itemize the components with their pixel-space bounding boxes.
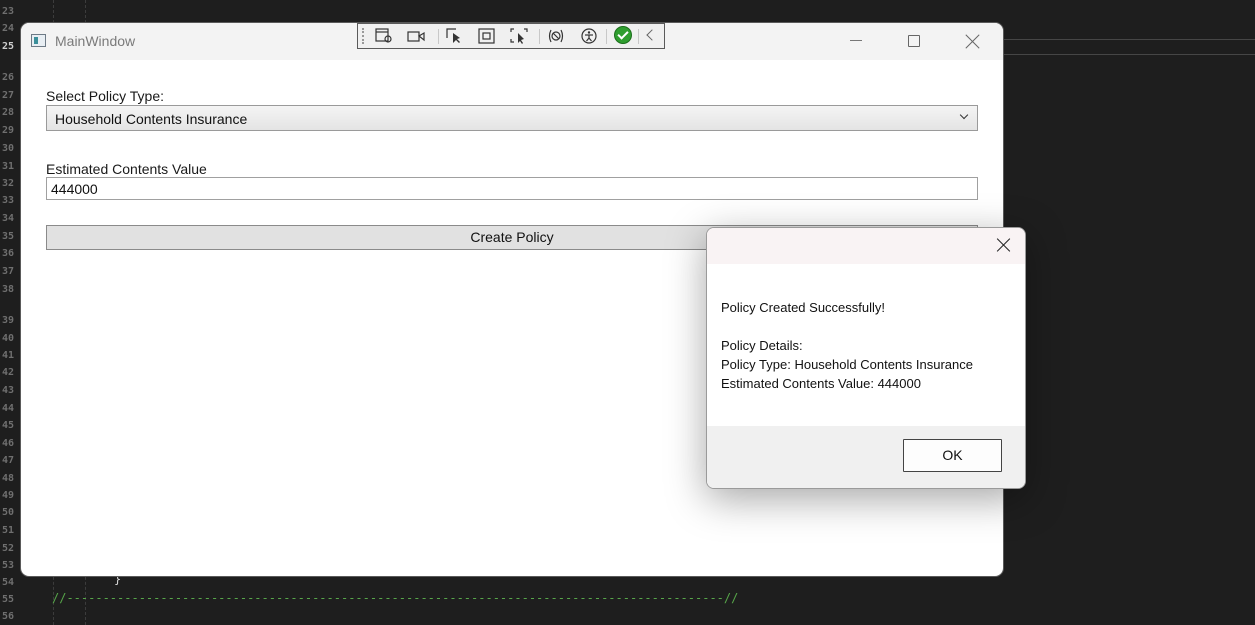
line-number: 23 <box>1 6 14 17</box>
app-window-icon <box>31 34 46 47</box>
line-number: 45 <box>1 420 14 431</box>
line-number: 49 <box>1 490 14 501</box>
window-title: MainWindow <box>55 33 136 49</box>
details-contents-value: Estimated Contents Value: 444000 <box>721 376 921 391</box>
toolbar-separator <box>606 29 607 44</box>
toolbar-separator <box>438 29 439 44</box>
line-number-active: 25 <box>1 41 14 52</box>
minimize-button[interactable] <box>826 23 884 60</box>
toolbar-separator <box>539 29 540 44</box>
line-number: 24 <box>1 23 14 34</box>
line-number: 50 <box>1 507 14 518</box>
minimize-icon <box>850 40 862 41</box>
line-number: 38 <box>1 284 14 295</box>
policy-type-dropdown[interactable]: Household Contents Insurance <box>46 105 978 131</box>
details-header: Policy Details: <box>721 338 803 353</box>
maximize-button[interactable] <box>884 23 942 60</box>
dialog-titlebar[interactable] <box>707 228 1025 264</box>
chevron-down-icon <box>959 110 969 120</box>
close-window-button[interactable] <box>942 23 1000 60</box>
line-number: 42 <box>1 367 14 378</box>
contents-value-label: Estimated Contents Value <box>46 161 207 177</box>
line-number: 52 <box>1 543 14 554</box>
record-icon[interactable] <box>407 28 425 44</box>
close-icon <box>966 34 980 48</box>
line-number: 37 <box>1 266 14 277</box>
dialog-footer: OK <box>707 426 1025 488</box>
line-number: 31 <box>1 161 14 172</box>
toolbar-separator <box>638 29 639 44</box>
line-number: 43 <box>1 385 14 396</box>
line-number: 34 <box>1 213 14 224</box>
line-number: 51 <box>1 525 14 536</box>
policy-type-label: Select Policy Type: <box>46 88 165 104</box>
track-focus-icon[interactable] <box>510 28 528 44</box>
line-number: 26 <box>1 72 14 83</box>
line-number: 48 <box>1 473 14 484</box>
dialog-close-button[interactable] <box>985 228 1025 264</box>
xaml-debug-toolbar <box>357 23 665 49</box>
current-line-highlight <box>1003 39 1255 40</box>
line-number: 40 <box>1 333 14 344</box>
live-visual-tree-icon[interactable] <box>375 28 393 44</box>
line-number: 53 <box>1 560 14 571</box>
close-icon <box>997 238 1011 252</box>
line-number: 56 <box>1 611 14 622</box>
line-number: 33 <box>1 195 14 206</box>
ok-button[interactable]: OK <box>903 439 1002 472</box>
line-number: 41 <box>1 350 14 361</box>
success-message: Policy Created Successfully! <box>721 300 886 315</box>
line-number: 46 <box>1 438 14 449</box>
collapse-toolbar-icon[interactable] <box>646 29 658 41</box>
line-number: 55 <box>1 594 14 605</box>
maximize-icon <box>908 35 920 47</box>
line-number: 28 <box>1 107 14 118</box>
line-number: 35 <box>1 231 14 242</box>
contents-value-input[interactable]: 444000 <box>46 177 978 200</box>
line-number: 44 <box>1 403 14 414</box>
details-policy-type: Policy Type: Household Contents Insuranc… <box>721 357 973 372</box>
toolbar-grip-icon[interactable] <box>362 28 367 44</box>
line-number: 32 <box>1 178 14 189</box>
hot-reload-check-icon[interactable] <box>614 26 632 44</box>
line-number: 29 <box>1 125 14 136</box>
code-comment-line: //--------------------------------------… <box>52 591 739 605</box>
line-number: 54 <box>1 577 14 588</box>
line-number: 39 <box>1 315 14 326</box>
display-adorners-icon[interactable] <box>478 28 496 44</box>
line-number: 36 <box>1 248 14 259</box>
line-number: 30 <box>1 143 14 154</box>
binding-failures-icon[interactable] <box>547 28 565 44</box>
message-dialog: Policy Created Successfully! Policy Deta… <box>706 227 1026 489</box>
policy-type-selected-value: Household Contents Insurance <box>55 111 248 127</box>
line-number: 27 <box>1 90 14 101</box>
line-number: 47 <box>1 455 14 466</box>
accessibility-icon[interactable] <box>580 28 598 44</box>
select-element-icon[interactable] <box>446 28 464 44</box>
current-line-highlight <box>1003 54 1255 55</box>
